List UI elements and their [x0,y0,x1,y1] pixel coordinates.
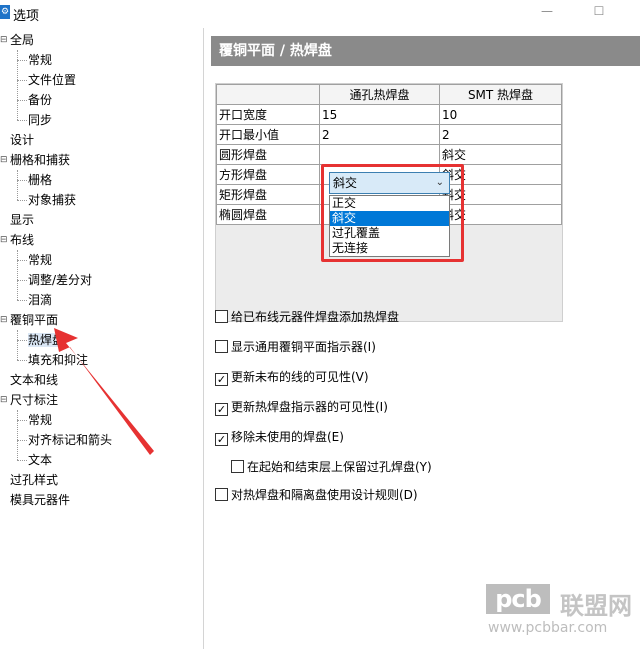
watermark-name: 联盟网 [560,592,632,620]
arrow-shape [54,328,154,455]
annotation-arrow [54,328,154,455]
watermark-url: www.pcbbar.com [488,620,608,636]
watermark-logo-badge: pcb [486,584,550,614]
watermark-logo: pcb 联盟网 www.pcbbar.com [486,584,636,640]
